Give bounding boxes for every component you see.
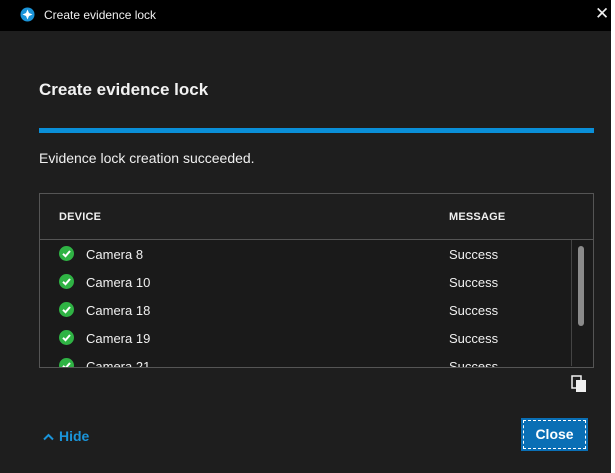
success-check-icon — [59, 274, 74, 289]
scrollbar-thumb[interactable] — [578, 246, 584, 326]
table-row[interactable]: Camera 19 Success — [40, 324, 573, 352]
device-message: Success — [449, 331, 499, 346]
success-check-icon — [59, 330, 74, 345]
column-header-device[interactable]: DEVICE — [59, 211, 101, 223]
close-button-label: Close — [535, 426, 574, 442]
table-header: DEVICE MESSAGE — [40, 194, 593, 240]
device-message: Success — [449, 275, 499, 290]
vertical-scrollbar[interactable] — [571, 240, 592, 366]
close-button[interactable]: Close — [521, 418, 588, 451]
device-name: Camera 10 — [86, 275, 151, 290]
dialog-heading: Create evidence lock — [39, 80, 209, 99]
device-message: Success — [449, 303, 499, 318]
milestone-app-icon — [20, 7, 35, 22]
copy-icon[interactable] — [571, 375, 587, 393]
hide-details-link[interactable]: Hide — [43, 428, 89, 444]
success-check-icon — [59, 246, 74, 261]
progress-fill — [39, 128, 594, 133]
device-name: Camera 19 — [86, 331, 151, 346]
title-bar: Create evidence lock ✕ — [0, 0, 611, 31]
table-row[interactable]: Camera 21 Success — [40, 352, 573, 367]
device-name: Camera 18 — [86, 303, 151, 318]
window-title: Create evidence lock — [44, 8, 157, 22]
status-message: Evidence lock creation succeeded. — [39, 150, 255, 166]
device-message: Success — [449, 247, 499, 262]
progress-bar — [39, 128, 594, 133]
hide-label: Hide — [59, 428, 90, 444]
device-name: Camera 8 — [86, 247, 144, 262]
table-body[interactable]: Camera 8 Success Camera 10 Success Camera 18… — [40, 240, 593, 367]
table-row[interactable]: Camera 8 Success — [40, 240, 573, 268]
table-row[interactable]: Camera 18 Success — [40, 296, 573, 324]
device-name: Camera 21 — [86, 359, 151, 367]
table-row[interactable]: Camera 10 Success — [40, 268, 573, 296]
dialog-window: Create evidence lock ✕ Create evidence l… — [0, 0, 611, 473]
success-check-icon — [59, 358, 74, 367]
device-message: Success — [449, 359, 499, 367]
window-close-icon[interactable]: ✕ — [595, 4, 609, 24]
results-table: DEVICE MESSAGE Camera 8 Success Camera 10 S… — [39, 193, 594, 368]
chevron-up-icon — [43, 428, 54, 444]
column-header-message[interactable]: MESSAGE — [449, 211, 505, 223]
success-check-icon — [59, 302, 74, 317]
